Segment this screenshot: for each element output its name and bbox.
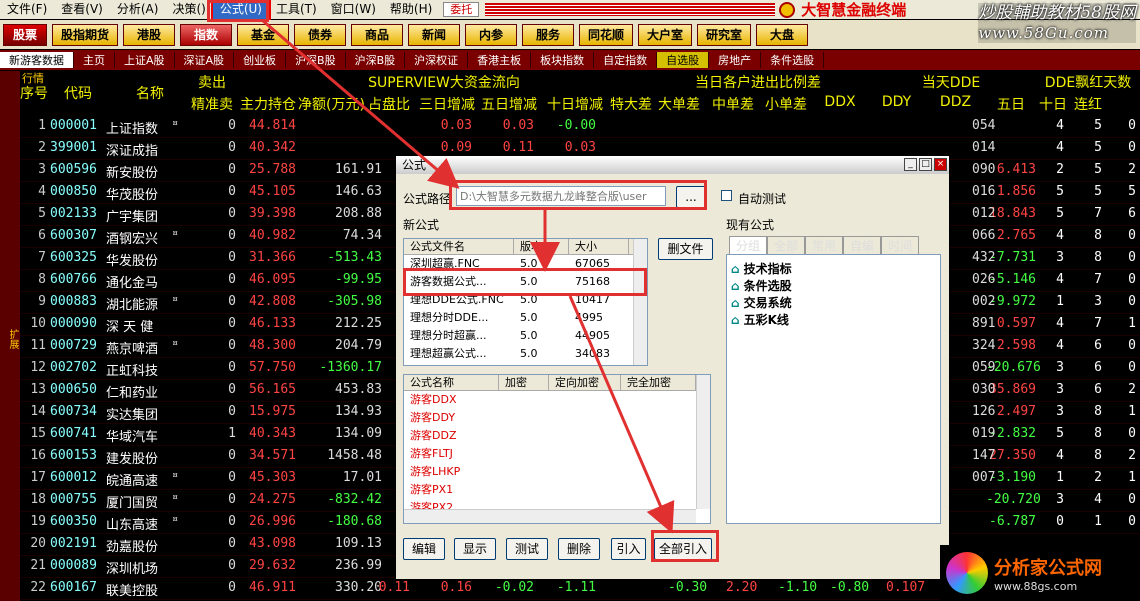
watermark: 炒股輔助教材58股网 www.58Gu.com (978, 3, 1136, 43)
site-logo: 分析家公式网 www.88gs.com (940, 545, 1140, 601)
flower-icon (946, 552, 988, 594)
arrow-overlay (261, 18, 675, 534)
